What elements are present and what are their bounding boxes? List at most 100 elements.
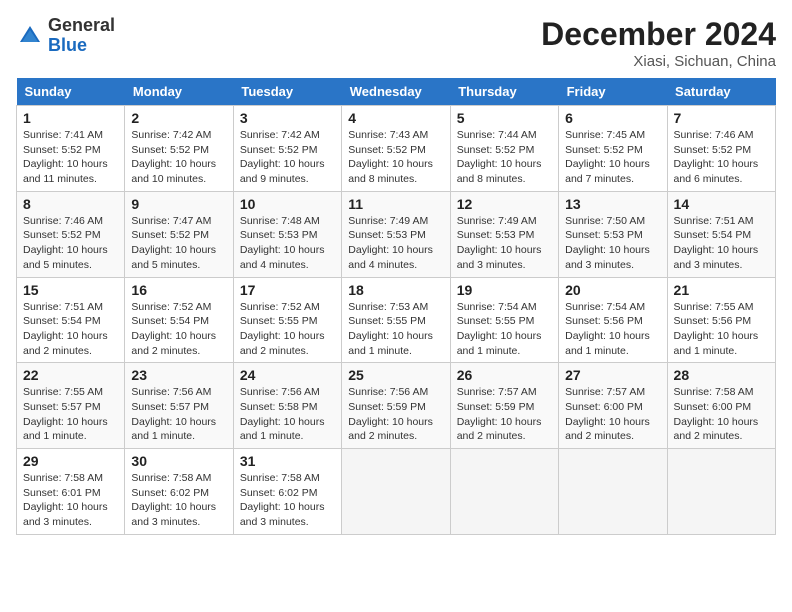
day-number: 9	[131, 196, 226, 212]
weekday-header-thursday: Thursday	[450, 78, 558, 106]
calendar-cell: 10 Sunrise: 7:48 AM Sunset: 5:53 PM Dayli…	[233, 191, 341, 277]
calendar-cell: 6Sunrise: 7:45 AM Sunset: 5:52 PM Daylig…	[559, 106, 667, 192]
day-number: 16	[131, 282, 226, 298]
calendar-cell: 11Sunrise: 7:49 AM Sunset: 5:53 PM Dayli…	[342, 191, 450, 277]
day-number: 13	[565, 196, 660, 212]
calendar-cell: 9 Sunrise: 7:47 AM Sunset: 5:52 PM Daylig…	[125, 191, 233, 277]
calendar-cell	[450, 449, 558, 535]
logo-icon	[16, 22, 44, 50]
calendar-cell: 20 Sunrise: 7:54 AM Sunset: 5:56 PM Dayli…	[559, 277, 667, 363]
day-detail: Sunrise: 7:56 AM Sunset: 5:57 PM Dayligh…	[131, 385, 226, 444]
calendar-week-3: 15 Sunrise: 7:51 AM Sunset: 5:54 PM Dayli…	[17, 277, 776, 363]
calendar-cell: 5 Sunrise: 7:44 AM Sunset: 5:52 PM Daylig…	[450, 106, 558, 192]
calendar-cell: 18 Sunrise: 7:53 AM Sunset: 5:55 PM Dayli…	[342, 277, 450, 363]
calendar-body: 1 Sunrise: 7:41 AM Sunset: 5:52 PM Daylig…	[17, 106, 776, 535]
day-number: 24	[240, 367, 335, 383]
calendar-cell: 17Sunrise: 7:52 AM Sunset: 5:55 PM Dayli…	[233, 277, 341, 363]
day-number: 15	[23, 282, 118, 298]
day-detail: Sunrise: 7:45 AM Sunset: 5:52 PM Dayligh…	[565, 128, 660, 187]
day-number: 1	[23, 110, 118, 126]
logo-blue: Blue	[48, 35, 87, 55]
calendar-cell	[667, 449, 775, 535]
day-detail: Sunrise: 7:46 AM Sunset: 5:52 PM Dayligh…	[23, 214, 118, 273]
page-header: General Blue December 2024 Xiasi, Sichua…	[16, 16, 776, 70]
day-detail: Sunrise: 7:58 AM Sunset: 6:01 PM Dayligh…	[23, 471, 118, 530]
logo: General Blue	[16, 16, 115, 56]
weekday-header-wednesday: Wednesday	[342, 78, 450, 106]
day-number: 5	[457, 110, 552, 126]
day-detail: Sunrise: 7:58 AM Sunset: 6:02 PM Dayligh…	[240, 471, 335, 530]
day-number: 4	[348, 110, 443, 126]
calendar-cell: 16 Sunrise: 7:52 AM Sunset: 5:54 PM Dayli…	[125, 277, 233, 363]
day-detail: Sunrise: 7:51 AM Sunset: 5:54 PM Dayligh…	[23, 300, 118, 359]
calendar-week-5: 29Sunrise: 7:58 AM Sunset: 6:01 PM Dayli…	[17, 449, 776, 535]
day-detail: Sunrise: 7:51 AM Sunset: 5:54 PM Dayligh…	[674, 214, 769, 273]
day-detail: Sunrise: 7:42 AM Sunset: 5:52 PM Dayligh…	[131, 128, 226, 187]
calendar-cell	[559, 449, 667, 535]
day-detail: Sunrise: 7:56 AM Sunset: 5:58 PM Dayligh…	[240, 385, 335, 444]
calendar-cell: 3 Sunrise: 7:42 AM Sunset: 5:52 PM Daylig…	[233, 106, 341, 192]
day-detail: Sunrise: 7:57 AM Sunset: 5:59 PM Dayligh…	[457, 385, 552, 444]
weekday-header-saturday: Saturday	[667, 78, 775, 106]
calendar-cell: 4 Sunrise: 7:43 AM Sunset: 5:52 PM Daylig…	[342, 106, 450, 192]
calendar-cell: 12Sunrise: 7:49 AM Sunset: 5:53 PM Dayli…	[450, 191, 558, 277]
calendar-cell: 25Sunrise: 7:56 AM Sunset: 5:59 PM Dayli…	[342, 363, 450, 449]
day-number: 8	[23, 196, 118, 212]
calendar-cell: 26 Sunrise: 7:57 AM Sunset: 5:59 PM Dayli…	[450, 363, 558, 449]
day-number: 19	[457, 282, 552, 298]
day-number: 3	[240, 110, 335, 126]
calendar-cell: 19 Sunrise: 7:54 AM Sunset: 5:55 PM Dayli…	[450, 277, 558, 363]
calendar-cell: 31 Sunrise: 7:58 AM Sunset: 6:02 PM Dayli…	[233, 449, 341, 535]
day-number: 26	[457, 367, 552, 383]
day-detail: Sunrise: 7:44 AM Sunset: 5:52 PM Dayligh…	[457, 128, 552, 187]
calendar-week-2: 8 Sunrise: 7:46 AM Sunset: 5:52 PM Daylig…	[17, 191, 776, 277]
calendar-cell: 29Sunrise: 7:58 AM Sunset: 6:01 PM Dayli…	[17, 449, 125, 535]
calendar-header: SundayMondayTuesdayWednesdayThursdayFrid…	[17, 78, 776, 106]
calendar-cell: 30Sunrise: 7:58 AM Sunset: 6:02 PM Dayli…	[125, 449, 233, 535]
day-number: 28	[674, 367, 769, 383]
day-number: 18	[348, 282, 443, 298]
day-number: 10	[240, 196, 335, 212]
day-number: 30	[131, 453, 226, 469]
calendar-cell: 13 Sunrise: 7:50 AM Sunset: 5:53 PM Dayli…	[559, 191, 667, 277]
day-detail: Sunrise: 7:54 AM Sunset: 5:56 PM Dayligh…	[565, 300, 660, 359]
day-detail: Sunrise: 7:43 AM Sunset: 5:52 PM Dayligh…	[348, 128, 443, 187]
day-number: 7	[674, 110, 769, 126]
day-number: 11	[348, 196, 443, 212]
day-detail: Sunrise: 7:55 AM Sunset: 5:56 PM Dayligh…	[674, 300, 769, 359]
day-detail: Sunrise: 7:47 AM Sunset: 5:52 PM Dayligh…	[131, 214, 226, 273]
calendar-week-4: 22Sunrise: 7:55 AM Sunset: 5:57 PM Dayli…	[17, 363, 776, 449]
day-detail: Sunrise: 7:50 AM Sunset: 5:53 PM Dayligh…	[565, 214, 660, 273]
weekday-header-tuesday: Tuesday	[233, 78, 341, 106]
calendar-cell: 21Sunrise: 7:55 AM Sunset: 5:56 PM Dayli…	[667, 277, 775, 363]
calendar-cell: 28Sunrise: 7:58 AM Sunset: 6:00 PM Dayli…	[667, 363, 775, 449]
day-detail: Sunrise: 7:48 AM Sunset: 5:53 PM Dayligh…	[240, 214, 335, 273]
day-detail: Sunrise: 7:42 AM Sunset: 5:52 PM Dayligh…	[240, 128, 335, 187]
day-detail: Sunrise: 7:52 AM Sunset: 5:55 PM Dayligh…	[240, 300, 335, 359]
day-number: 14	[674, 196, 769, 212]
day-detail: Sunrise: 7:56 AM Sunset: 5:59 PM Dayligh…	[348, 385, 443, 444]
day-detail: Sunrise: 7:57 AM Sunset: 6:00 PM Dayligh…	[565, 385, 660, 444]
weekday-header-friday: Friday	[559, 78, 667, 106]
day-number: 31	[240, 453, 335, 469]
calendar-table: SundayMondayTuesdayWednesdayThursdayFrid…	[16, 78, 776, 535]
day-detail: Sunrise: 7:53 AM Sunset: 5:55 PM Dayligh…	[348, 300, 443, 359]
weekday-header-monday: Monday	[125, 78, 233, 106]
location: Xiasi, Sichuan, China	[541, 53, 776, 70]
calendar-cell: 7Sunrise: 7:46 AM Sunset: 5:52 PM Daylig…	[667, 106, 775, 192]
day-detail: Sunrise: 7:55 AM Sunset: 5:57 PM Dayligh…	[23, 385, 118, 444]
title-block: December 2024 Xiasi, Sichuan, China	[541, 16, 776, 70]
logo-general: General	[48, 15, 115, 35]
day-detail: Sunrise: 7:52 AM Sunset: 5:54 PM Dayligh…	[131, 300, 226, 359]
calendar-cell: 1 Sunrise: 7:41 AM Sunset: 5:52 PM Daylig…	[17, 106, 125, 192]
calendar-cell: 24 Sunrise: 7:56 AM Sunset: 5:58 PM Dayli…	[233, 363, 341, 449]
day-number: 20	[565, 282, 660, 298]
day-detail: Sunrise: 7:49 AM Sunset: 5:53 PM Dayligh…	[457, 214, 552, 273]
calendar-cell: 23Sunrise: 7:56 AM Sunset: 5:57 PM Dayli…	[125, 363, 233, 449]
calendar-cell: 14 Sunrise: 7:51 AM Sunset: 5:54 PM Dayli…	[667, 191, 775, 277]
calendar-cell: 8 Sunrise: 7:46 AM Sunset: 5:52 PM Daylig…	[17, 191, 125, 277]
day-detail: Sunrise: 7:41 AM Sunset: 5:52 PM Dayligh…	[23, 128, 118, 187]
day-detail: Sunrise: 7:54 AM Sunset: 5:55 PM Dayligh…	[457, 300, 552, 359]
calendar-cell: 2Sunrise: 7:42 AM Sunset: 5:52 PM Daylig…	[125, 106, 233, 192]
calendar-cell: 15 Sunrise: 7:51 AM Sunset: 5:54 PM Dayli…	[17, 277, 125, 363]
